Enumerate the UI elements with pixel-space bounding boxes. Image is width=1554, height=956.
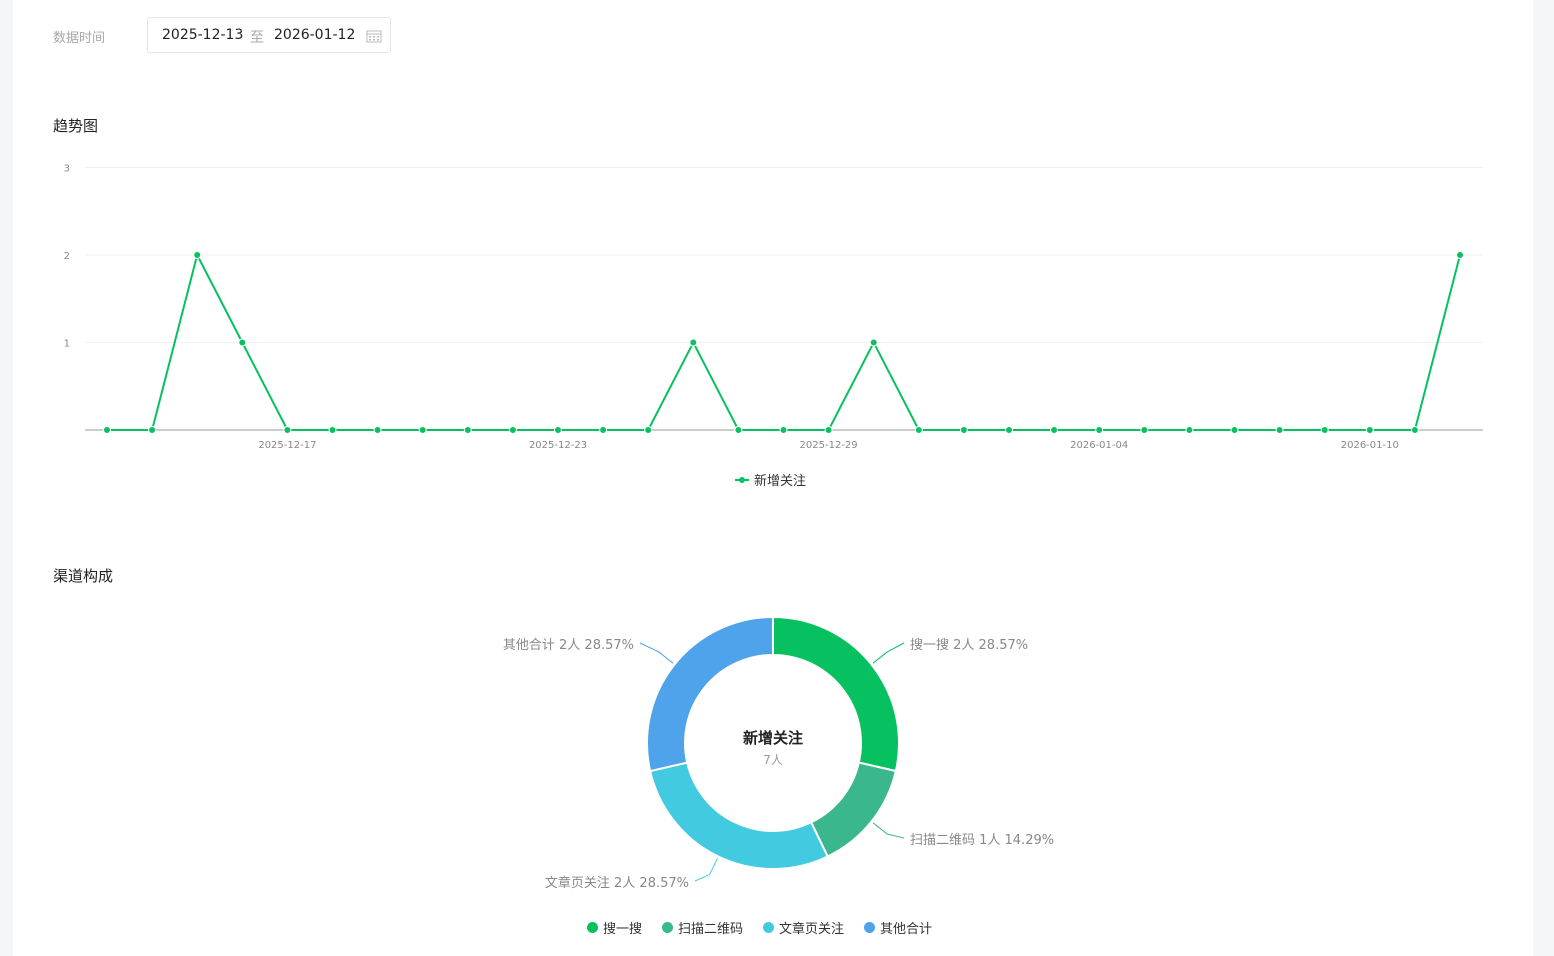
data-point [328, 426, 337, 434]
legend-label: 其他合计 [880, 922, 933, 937]
data-point [1320, 426, 1329, 434]
data-point [463, 426, 472, 434]
data-point [373, 426, 382, 434]
data-point [1185, 426, 1194, 434]
data-point [1095, 426, 1104, 434]
data-point [689, 338, 698, 347]
y-tick-label: 1 [64, 339, 70, 350]
data-point [1456, 251, 1464, 259]
data-point [869, 338, 878, 347]
x-tick-label: 2026-01-04 [1070, 440, 1128, 451]
data-point [283, 426, 292, 434]
data-point [1140, 426, 1149, 434]
slice-label: 搜一搜 2人 28.57% [910, 638, 1029, 653]
data-point [1365, 426, 1374, 434]
data-point [779, 426, 788, 434]
data-point [599, 426, 608, 434]
legend-label: 新增关注 [754, 474, 807, 489]
legend-dot-icon [587, 922, 598, 933]
trend-legend: 新增关注 [735, 470, 806, 489]
slice-label: 扫描二维码 1人 14.29% [910, 833, 1055, 848]
legend-label: 搜一搜 [603, 922, 643, 937]
legend-item[interactable]: 其他合计 [864, 918, 932, 937]
data-point [238, 338, 247, 347]
data-point [1230, 426, 1239, 434]
legend-item[interactable]: 搜一搜 [587, 918, 642, 937]
data-point [193, 251, 202, 259]
legend-label: 扫描二维码 [678, 922, 744, 937]
slice-label: 其他合计 2人 28.57% [502, 638, 634, 653]
data-point [1410, 426, 1419, 434]
donut-center-title: 新增关注 [742, 729, 803, 747]
x-tick-label: 2026-01-10 [1341, 440, 1399, 451]
y-tick-label: 2 [64, 251, 70, 262]
data-point [554, 426, 562, 434]
x-tick-label: 2025-12-29 [800, 440, 858, 451]
data-point [148, 426, 157, 434]
data-point [103, 426, 111, 434]
x-tick-label: 2025-12-23 [529, 440, 587, 451]
y-tick-label: 3 [64, 164, 70, 175]
channel-legend: 搜一搜 扫描二维码 文章页关注 其他合计 [587, 918, 932, 937]
trend-line-chart: 1 2 3 2025-12-17 2025-12-23 2025-12-29 2026-01… [64, 164, 1483, 451]
legend-item-new-follow[interactable]: 新增关注 [735, 470, 806, 489]
legend-item[interactable]: 文章页关注 [763, 918, 844, 937]
slice-label: 文章页关注 2人 28.57% [544, 876, 689, 891]
data-point [1050, 426, 1059, 434]
legend-dot-icon [763, 922, 775, 933]
data-point [959, 426, 968, 434]
legend-dot-icon [864, 922, 876, 933]
data-point [508, 426, 517, 434]
data-point [914, 426, 923, 434]
legend-item[interactable]: 扫描二维码 [662, 918, 743, 937]
donut-center-value: 7人 [763, 753, 783, 767]
legend-dot-icon [662, 922, 674, 933]
data-point [734, 426, 743, 434]
legend-label: 文章页关注 [779, 922, 845, 937]
data-point [644, 426, 653, 434]
data-point [824, 426, 833, 434]
x-tick-label: 2025-12-17 [258, 440, 316, 451]
data-point [1275, 426, 1284, 434]
legend-line-marker-icon [735, 476, 749, 483]
data-point [1005, 426, 1013, 434]
channel-title: 渠道构成 [53, 567, 114, 585]
data-point [418, 426, 427, 434]
